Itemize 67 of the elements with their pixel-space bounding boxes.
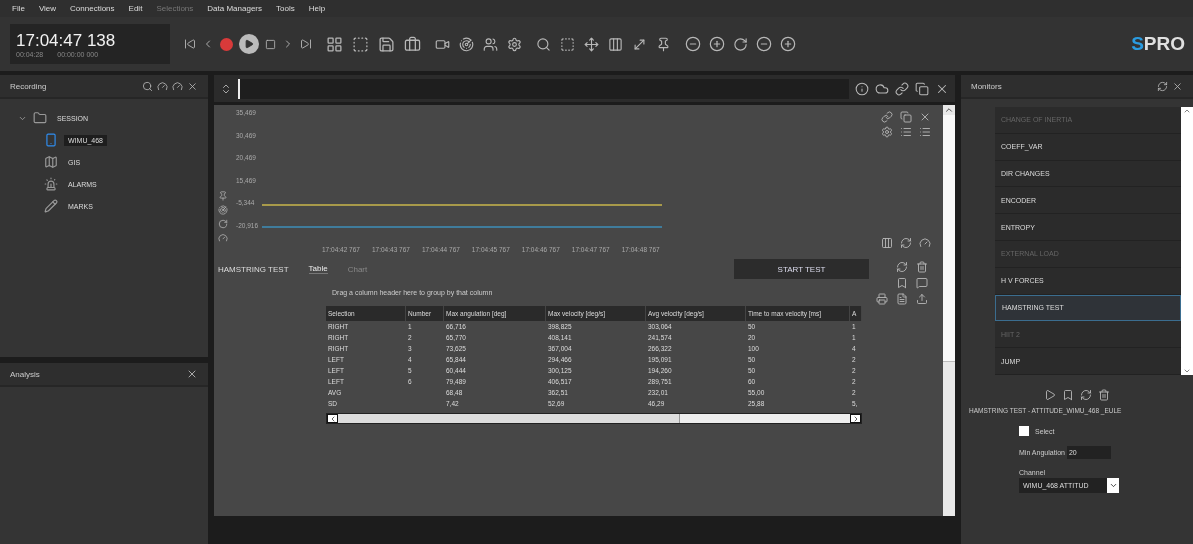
close-icon[interactable] (186, 368, 198, 380)
menu-item[interactable]: View (38, 4, 57, 13)
refresh-icon[interactable] (1157, 80, 1168, 92)
refresh-icon[interactable] (1080, 389, 1092, 401)
stop-icon[interactable] (265, 38, 276, 50)
panel-title: Monitors (971, 81, 1003, 91)
panel-title: Recording (10, 81, 48, 91)
play-button[interactable] (239, 34, 259, 54)
panel-title: Analysis (10, 369, 41, 379)
input-field[interactable] (238, 78, 849, 99)
minus-icon[interactable] (756, 36, 772, 52)
skip-forward-icon[interactable] (300, 38, 312, 50)
play-icon[interactable] (1044, 389, 1056, 401)
close-icon[interactable] (187, 80, 198, 92)
plus-icon[interactable] (780, 36, 796, 52)
search-icon[interactable] (142, 80, 153, 92)
siren-icon (44, 177, 58, 191)
up-down-icon[interactable] (220, 82, 232, 95)
users-icon[interactable] (483, 36, 498, 52)
phone-icon (44, 133, 58, 147)
diagonal-arrow-icon[interactable] (632, 36, 647, 52)
logo: SPRO (1131, 33, 1185, 55)
info-icon[interactable] (855, 81, 869, 96)
vertical-scrollbar[interactable] (943, 105, 955, 516)
link-icon[interactable] (895, 81, 909, 96)
pencil-icon (44, 199, 58, 213)
menu-item[interactable]: Help (308, 4, 326, 13)
briefcase-icon[interactable] (404, 35, 421, 53)
cloud-icon[interactable] (875, 81, 889, 96)
move-icon[interactable] (584, 36, 599, 52)
columns-icon[interactable] (608, 36, 623, 52)
list-scrollbar[interactable] (1181, 107, 1193, 375)
copy-icon[interactable] (915, 81, 929, 96)
test-title: HAMSTRING TEST (218, 264, 289, 274)
folder-icon (33, 111, 47, 125)
search-icon[interactable] (536, 36, 551, 52)
radar-icon[interactable] (459, 36, 474, 52)
zoom-out-icon[interactable] (685, 36, 701, 52)
bookmark-icon[interactable] (1062, 389, 1074, 401)
close-icon[interactable] (1172, 80, 1183, 92)
gauge-icon[interactable] (172, 80, 183, 92)
dashed-frame-icon[interactable] (560, 36, 575, 52)
view-tab[interactable]: Table (308, 264, 328, 274)
selection-icon[interactable] (352, 35, 369, 53)
rotate-icon[interactable] (733, 36, 748, 52)
select-checkbox[interactable] (1019, 426, 1029, 436)
zoom-in-icon[interactable] (709, 36, 725, 52)
clock-time: 17:04:47 138 (16, 30, 117, 51)
record-button[interactable] (220, 37, 233, 51)
menu-item[interactable]: Tools (276, 4, 295, 13)
menu-item[interactable]: File (12, 4, 25, 13)
start-test-button[interactable]: START TEST (734, 259, 869, 279)
settings-icon[interactable] (507, 36, 522, 52)
trash-icon[interactable] (1098, 389, 1110, 401)
play-icon (244, 39, 254, 49)
save-icon[interactable] (378, 35, 395, 53)
skip-back-icon[interactable] (184, 38, 196, 50)
caret-icon (1108, 481, 1118, 490)
target-icon[interactable] (218, 205, 228, 215)
map-icon (44, 155, 58, 169)
rotate-icon[interactable] (218, 219, 228, 229)
grid-icon[interactable] (326, 35, 343, 53)
menu-item[interactable]: Edit (128, 4, 143, 13)
horizontal-scrollbar[interactable] (326, 413, 862, 424)
menu-item[interactable]: Data Managers (207, 4, 262, 13)
pin-icon[interactable] (656, 36, 671, 52)
menu-item[interactable]: Connections (70, 4, 115, 13)
